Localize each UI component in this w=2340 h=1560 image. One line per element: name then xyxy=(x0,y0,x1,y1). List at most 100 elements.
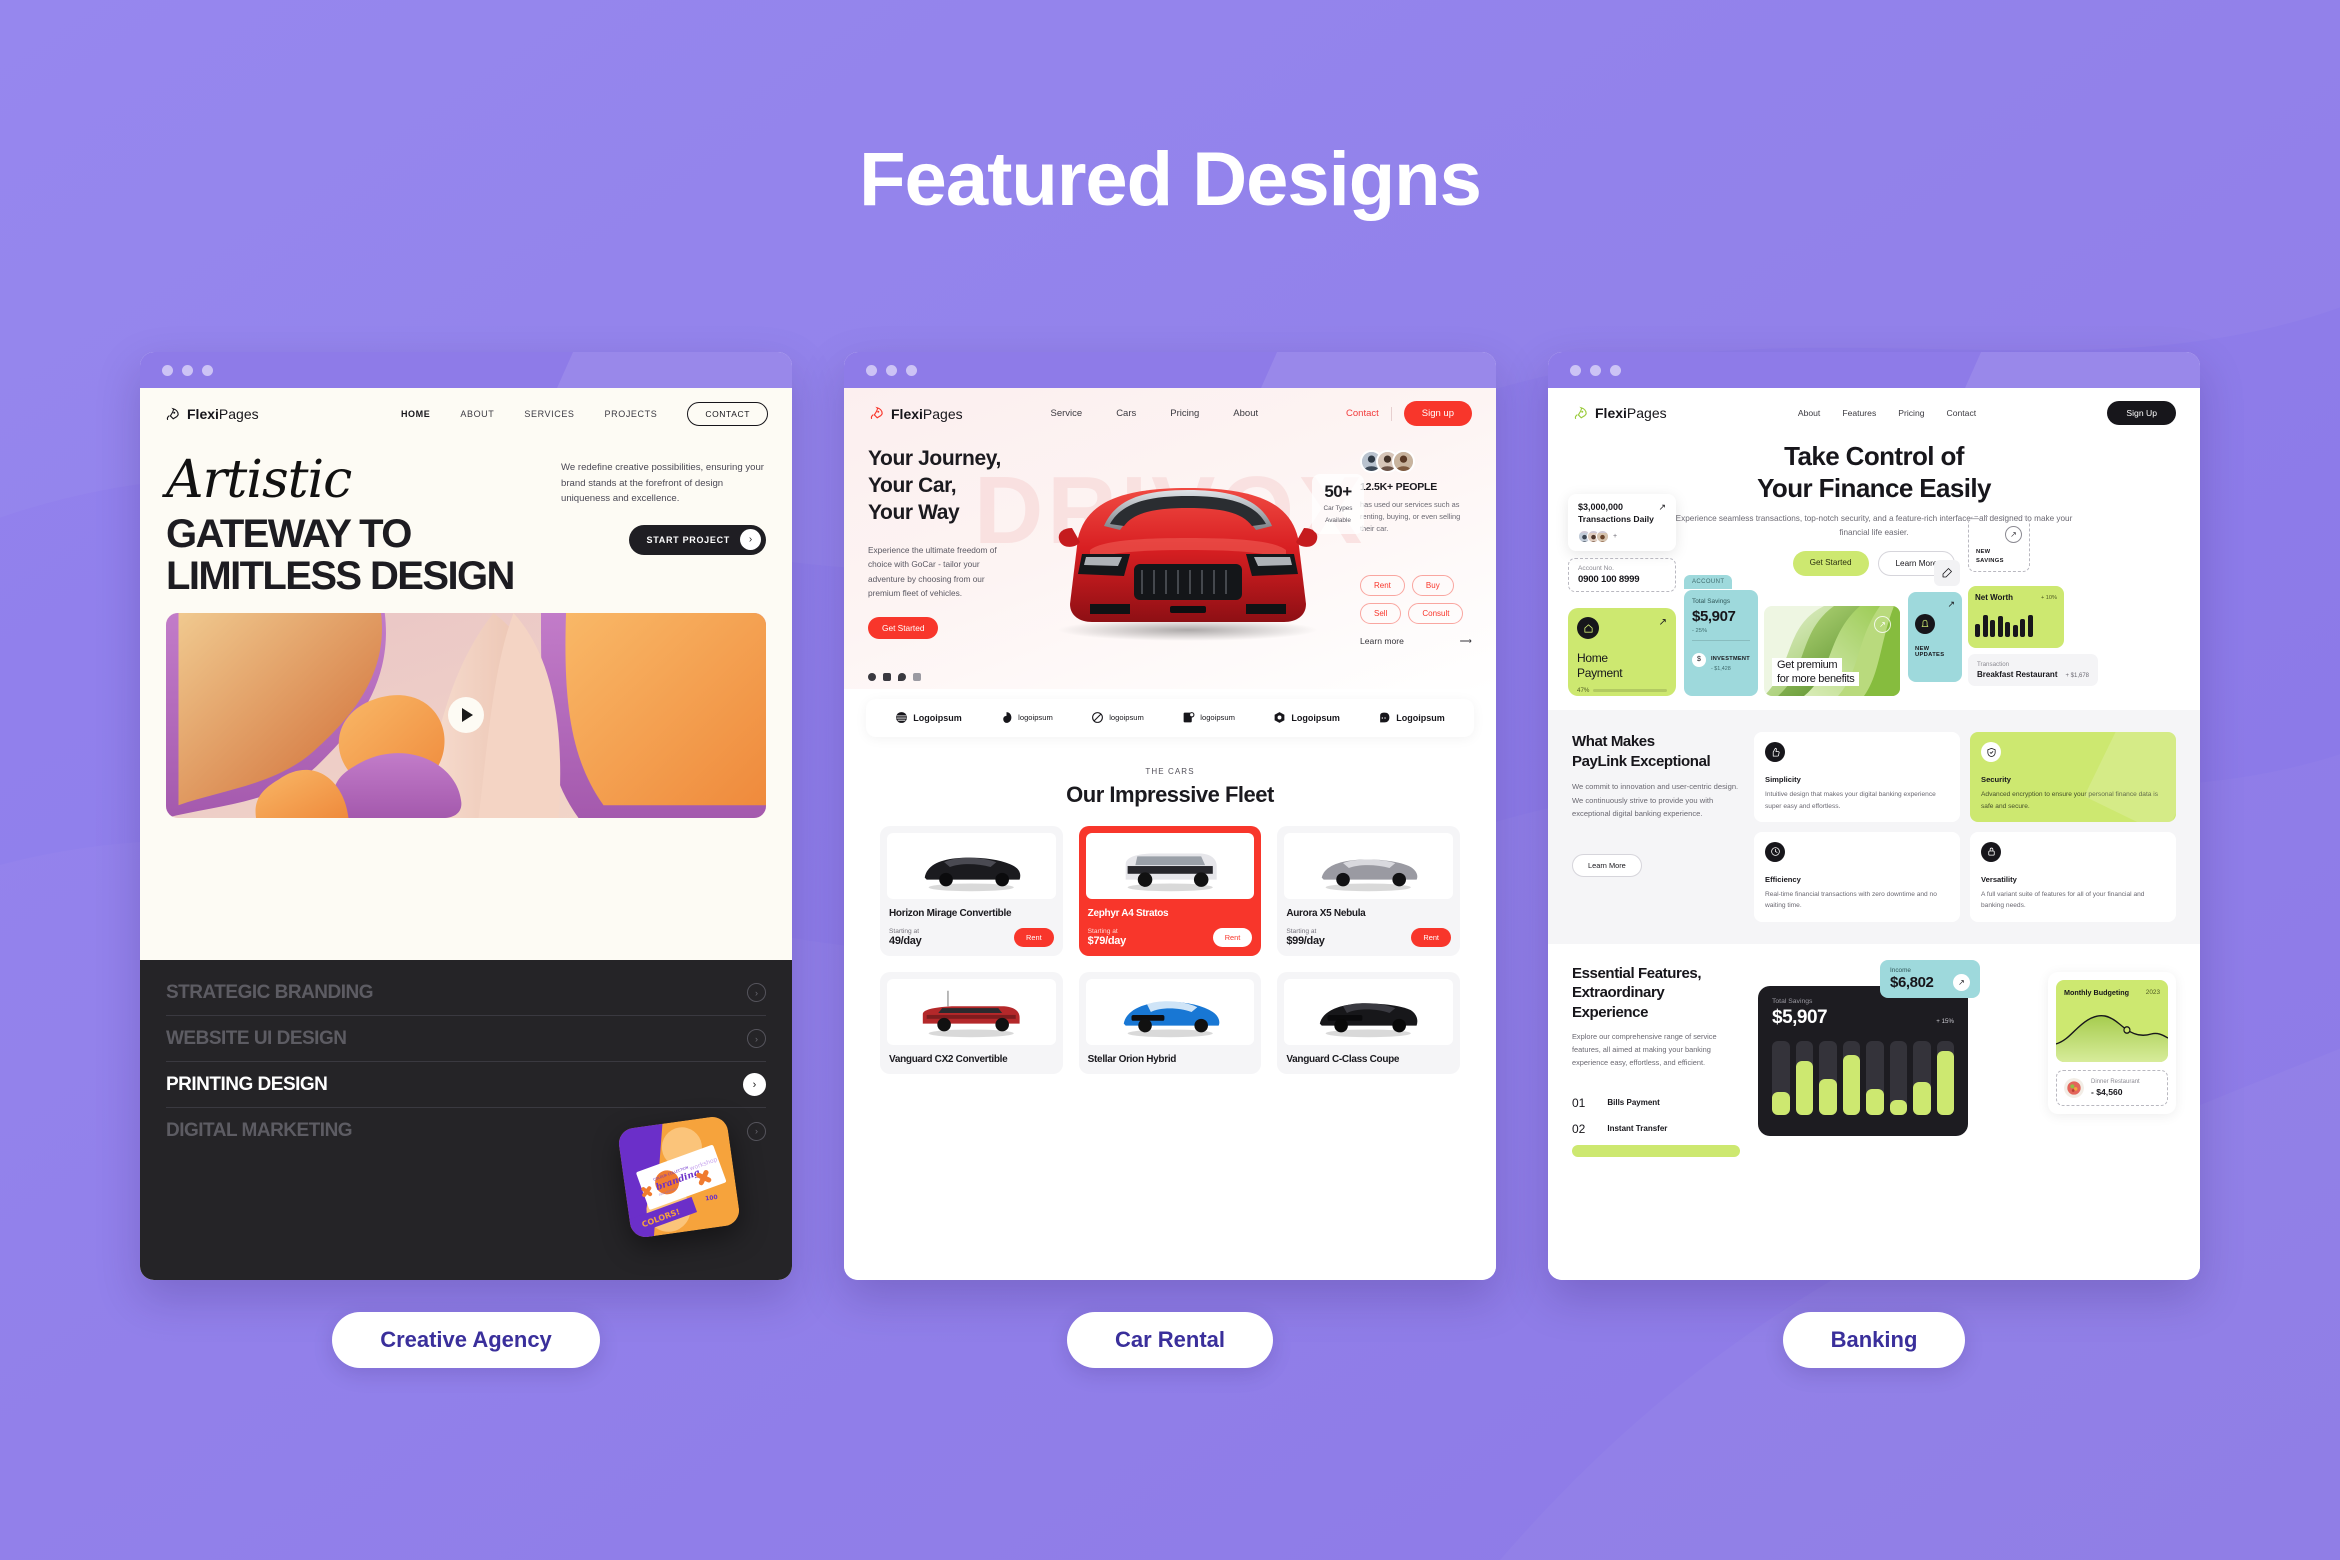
site3-total-savings-chart-card[interactable]: Total Savings $5,907 + 15% xyxy=(1758,985,1968,1136)
window-dot-close[interactable] xyxy=(1570,364,1581,376)
site3-signup-button[interactable]: Sign Up xyxy=(2107,401,2176,425)
thumbs-up-icon xyxy=(1765,742,1785,763)
site3-nav-features[interactable]: Features xyxy=(1842,408,1876,418)
site2-nav-about[interactable]: About xyxy=(1233,408,1258,419)
site1-nav-home[interactable]: HOME xyxy=(401,409,430,419)
site1-nav-services[interactable]: SERVICES xyxy=(524,409,574,419)
site2-car-card[interactable]: Vanguard C-Class Coupe xyxy=(1277,972,1460,1075)
arrow-up-right-icon[interactable]: ↗ xyxy=(2005,526,2022,544)
window-dot-minimize[interactable] xyxy=(182,364,193,376)
site3-feature-card[interactable]: Efficiency Real-time financial transacti… xyxy=(1754,831,1960,922)
site2-nav-pricing[interactable]: Pricing xyxy=(1170,408,1199,419)
site3-transaction-widget[interactable]: Transaction Breakfast Restaurant + $1,67… xyxy=(1968,654,2098,687)
site3-edit-button[interactable] xyxy=(1934,560,1960,587)
site3-updates-widget[interactable]: ↗ NEW UPDATES xyxy=(1908,592,1962,683)
site3-section3-desc: Explore our comprehensive range of servi… xyxy=(1572,1032,1717,1068)
site3-logo[interactable]: FlexiPages xyxy=(1572,405,1667,422)
site3-nav-contact[interactable]: Contact xyxy=(1947,408,1977,418)
browser-window-1: FlexiPages HOME ABOUT SERVICES PROJECTS … xyxy=(140,352,792,1280)
site3-nav-about[interactable]: About xyxy=(1798,408,1820,418)
window-dot-maximize[interactable] xyxy=(1610,364,1621,376)
chevron-right-icon[interactable]: › xyxy=(747,1121,766,1141)
car-photo xyxy=(887,979,1056,1046)
site3-savings-key: Total Savings xyxy=(1692,598,1731,606)
site2-signup-button[interactable]: Sign up xyxy=(1403,401,1472,426)
site2-pill-rent[interactable]: Rent xyxy=(1360,574,1405,596)
site1-service-item-active[interactable]: PRINTING DESIGN › xyxy=(166,1062,766,1108)
site2-car-card[interactable]: Stellar Orion Hybrid xyxy=(1078,972,1262,1075)
site3-essential-item[interactable]: 02 Instant Transfer xyxy=(1572,1116,1740,1142)
site3-transactions-widget[interactable]: $3,000,000 Transactions Daily ↗ + xyxy=(1568,494,1676,552)
site3-essential-item-highlight[interactable] xyxy=(1572,1144,1740,1157)
site3-feature-card[interactable]: Simplicity Intuitive design that makes y… xyxy=(1754,732,1960,822)
window-dot-close[interactable] xyxy=(866,364,877,376)
home-icon xyxy=(1577,617,1599,640)
site2-nav-cars[interactable]: Cars xyxy=(1116,408,1136,419)
site2-logo[interactable]: FlexiPages xyxy=(868,405,963,422)
site1-hero-video[interactable] xyxy=(166,612,766,818)
play-button[interactable] xyxy=(448,697,484,734)
site3-account-widget[interactable]: Account No. 0900 100 8999 xyxy=(1568,558,1676,593)
site2-car-card[interactable]: Aurora X5 Nebula Starting at $99/day Ren… xyxy=(1277,825,1460,957)
site3-savings-widget[interactable]: ACCOUNT Total Savings $5,907 - 25% $ INV… xyxy=(1684,575,1758,697)
card-car-rental[interactable]: DRIVOX FlexiPages Service xyxy=(844,352,1496,1280)
site3-premium-banner[interactable]: ↗ Get premium for more benefits xyxy=(1764,606,1900,697)
window-dot-minimize[interactable] xyxy=(1590,364,1601,376)
site2-pill-sell[interactable]: Sell xyxy=(1360,602,1402,624)
site3-nav-pricing[interactable]: Pricing xyxy=(1898,408,1924,418)
site3-section-essential: Essential Features, Extraordinary Experi… xyxy=(1548,944,2200,1157)
window-dot-maximize[interactable] xyxy=(202,364,213,376)
site2-car-card[interactable]: Vanguard CX2 Convertible xyxy=(880,972,1063,1075)
site3-essential-item[interactable]: 01 Bills Payment xyxy=(1572,1090,1740,1116)
site2-pill-buy[interactable]: Buy xyxy=(1411,574,1454,596)
site2-contact-link[interactable]: Contact xyxy=(1346,408,1379,419)
label-creative-agency[interactable]: Creative Agency xyxy=(332,1312,600,1368)
arrow-up-right-icon[interactable]: ↗ xyxy=(1953,973,1970,991)
site3-feature-card[interactable]: Versatility A full variant suite of feat… xyxy=(1970,831,2176,922)
site1-service-item[interactable]: WEBSITE UI DESIGN › xyxy=(166,1016,766,1062)
site2-learn-more-link[interactable]: Learn more ⟶ xyxy=(1360,636,1472,647)
site1-contact-button[interactable]: CONTACT xyxy=(687,402,768,426)
logo-mark-icon xyxy=(1274,712,1285,724)
site3-transactions-amount: $3,000,000 xyxy=(1578,502,1624,513)
site2-nav-service[interactable]: Service xyxy=(1051,408,1083,419)
window-dot-minimize[interactable] xyxy=(886,364,897,376)
site2-car-card[interactable]: Horizon Mirage Convertible Starting at 4… xyxy=(880,825,1063,957)
site2-car-card-featured[interactable]: Zephyr A4 Stratos Starting at $79/day Re… xyxy=(1078,825,1262,957)
label-car-rental[interactable]: Car Rental xyxy=(1066,1312,1274,1368)
site3-get-started-button[interactable]: Get Started xyxy=(1792,551,1869,577)
site3-income-widget[interactable]: Income $6,802 ↗ xyxy=(1880,959,1980,998)
site3-new-savings-widget[interactable]: ↗ NEW SAVINGS xyxy=(1968,516,2030,573)
site2-feature-icons xyxy=(868,672,1016,681)
site3-section2-learn-more-button[interactable]: Learn More xyxy=(1572,854,1642,878)
site1-nav-projects[interactable]: PROJECTS xyxy=(605,409,658,419)
site3-feature-title: Security xyxy=(1981,775,2011,785)
site3-networth-title: Net Worth xyxy=(1975,593,2014,603)
site2-car-rent-button[interactable]: Rent xyxy=(1014,928,1054,948)
site3-dinner-transaction[interactable]: Dinner Restaurant - $4,560 xyxy=(2056,1069,2168,1106)
site3-networth-widget[interactable]: Net Worth + 10% xyxy=(1968,586,2064,649)
window-dot-maximize[interactable] xyxy=(906,364,917,376)
site1-service-item[interactable]: STRATEGIC BRANDING › xyxy=(166,970,766,1016)
site2-car-rent-button[interactable]: Rent xyxy=(1212,928,1253,948)
site1-start-project-button[interactable]: START PROJECT › xyxy=(628,524,766,555)
site2-get-started-button[interactable]: Get Started xyxy=(868,616,939,639)
site2-car-rent-button[interactable]: Rent xyxy=(1411,928,1451,948)
window-dot-close[interactable] xyxy=(162,364,173,376)
site2-car-name: Stellar Orion Hybrid xyxy=(1087,1054,1177,1066)
site1-printing-thumbnail[interactable]: COLOUR COLLECTION branding workshop 2024… xyxy=(616,1114,742,1240)
site1-logo[interactable]: FlexiPages xyxy=(164,406,259,423)
card-creative-agency[interactable]: FlexiPages HOME ABOUT SERVICES PROJECTS … xyxy=(140,352,792,1280)
site3-feature-card-highlight[interactable]: Security Advanced encryption to ensure y… xyxy=(1970,732,2176,822)
site3-home-payment-widget[interactable]: ↗ Home Payment 47% xyxy=(1568,608,1676,697)
site3-monthly-budget-chart[interactable]: Monthly Budgeting 2023 xyxy=(2056,979,2168,1062)
card-banking[interactable]: FlexiPages About Features Pricing Contac… xyxy=(1548,352,2200,1280)
site2-partner-logo: logoipsum xyxy=(1182,711,1235,724)
chevron-right-icon[interactable]: › xyxy=(743,1073,766,1096)
site2-pill-consult[interactable]: Consult xyxy=(1408,602,1464,624)
label-banking[interactable]: Banking xyxy=(1782,1312,1966,1368)
site3-intro-paragraph: Experience seamless transactions, top-no… xyxy=(1675,514,2073,538)
site1-nav-about[interactable]: ABOUT xyxy=(460,409,494,419)
chevron-right-icon[interactable]: › xyxy=(747,983,766,1002)
chevron-right-icon[interactable]: › xyxy=(747,1029,766,1048)
